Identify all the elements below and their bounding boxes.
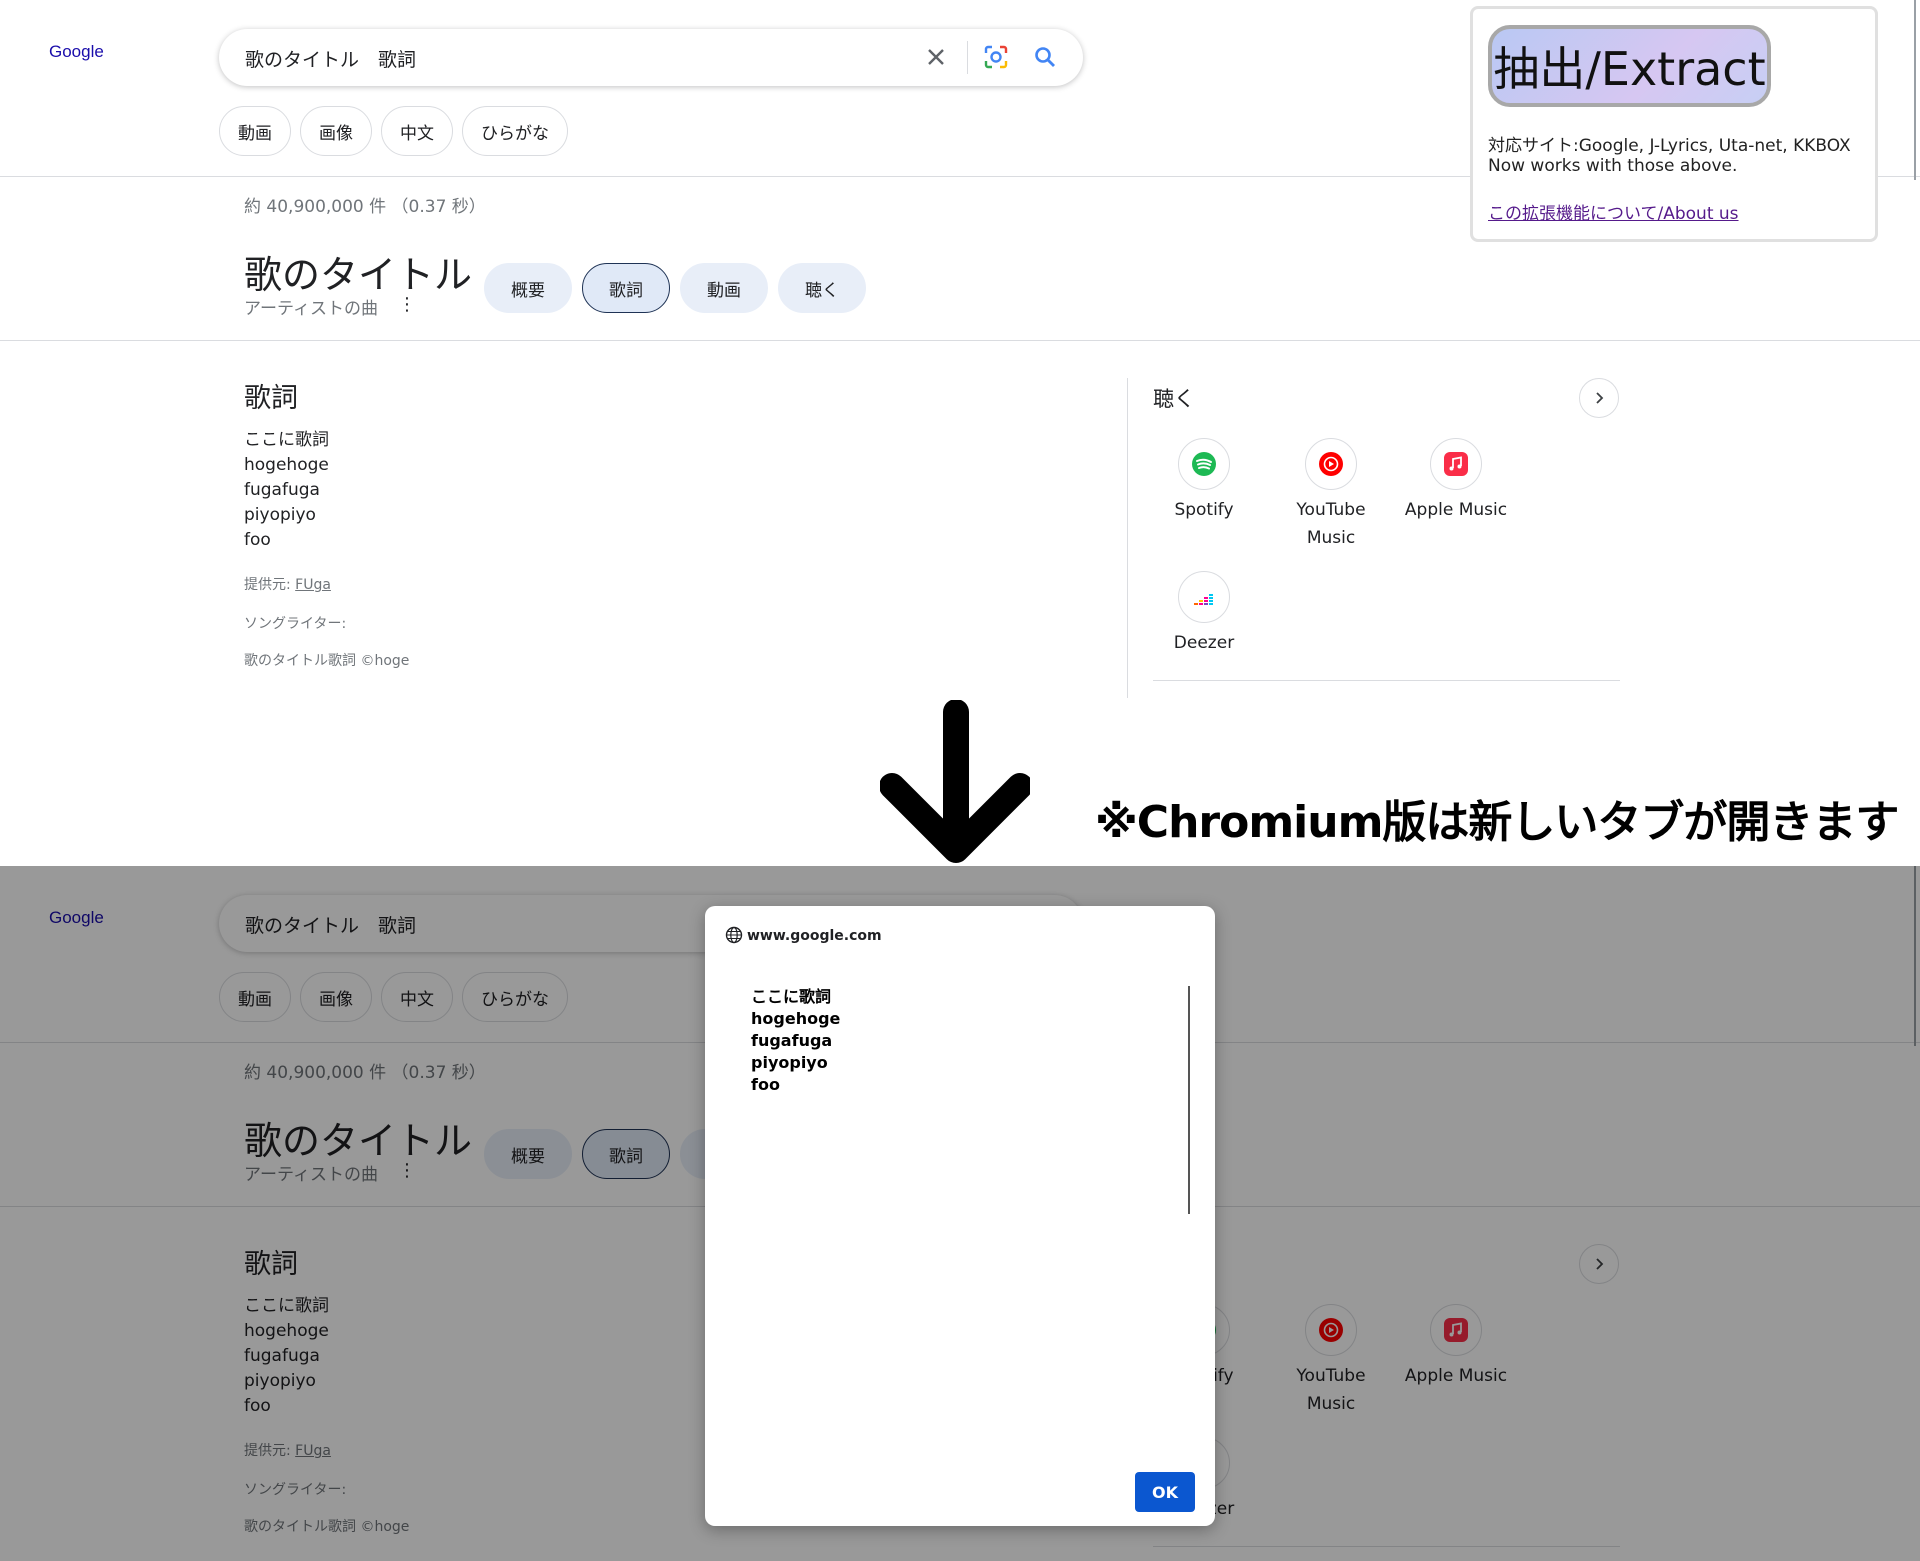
dialog-origin: www.google.com — [747, 928, 882, 944]
lyrics-body: ここに歌詞 hogehoge fugafuga piyopiyo foo — [244, 428, 329, 553]
song-tabs: 概要 歌詞 動画 聴く — [484, 263, 866, 313]
tab-overview[interactable]: 概要 — [484, 263, 572, 313]
service-deezer[interactable]: Deezer — [1149, 571, 1259, 657]
lyrics-line: foo — [244, 530, 271, 550]
service-spotify[interactable]: Spotify — [1149, 438, 1259, 524]
globe-icon — [725, 926, 743, 944]
song-title: 歌のタイトル — [244, 253, 473, 297]
apple-music-icon — [1430, 438, 1482, 490]
lyrics-line: piyopiyo — [244, 505, 316, 525]
service-label: Apple Music — [1404, 500, 1508, 520]
service-apple-music[interactable]: Apple Music — [1401, 438, 1511, 524]
ok-button[interactable]: OK — [1135, 1472, 1195, 1512]
search-box[interactable]: 歌のタイトル 歌詞 — [219, 29, 1083, 86]
lyrics-line: ここに歌詞 — [244, 430, 329, 450]
lyrics-copyright: 歌のタイトル歌詞 ©hoge — [244, 653, 410, 669]
clear-icon[interactable] — [921, 42, 951, 72]
google-results-before: Google 歌のタイトル 歌詞 動画 画像 中文 ひらがな 約 40,900,… — [0, 0, 1920, 866]
chip-hiragana[interactable]: ひらがな — [462, 106, 568, 156]
tab-listen[interactable]: 聴く — [778, 263, 866, 313]
listen-heading: 聴く — [1153, 387, 1195, 411]
source-label: 提供元: — [244, 577, 291, 593]
deezer-icon — [1178, 571, 1230, 623]
service-label: Spotify — [1174, 500, 1234, 520]
service-label: Deezer — [1173, 633, 1235, 653]
chevron-right-icon[interactable] — [1579, 378, 1619, 418]
lyrics-line: fugafuga — [244, 480, 320, 500]
chip-video[interactable]: 動画 — [219, 106, 291, 156]
search-input[interactable]: 歌のタイトル 歌詞 — [245, 45, 416, 72]
chip-images[interactable]: 画像 — [300, 106, 372, 156]
search-chips: 動画 画像 中文 ひらがな — [219, 106, 568, 156]
lens-icon[interactable] — [981, 42, 1011, 72]
google-results-after: Google 歌のタイトル 歌詞 動画 画像 中文 ひらがな 約 40,900,… — [0, 866, 1920, 1561]
about-link[interactable]: この拡張機能について/About us — [1488, 199, 1739, 224]
dialog-message: ここに歌詞 hogehoge fugafuga piyopiyo foo — [751, 986, 840, 1096]
tab-lyrics[interactable]: 歌詞 — [582, 263, 670, 313]
songwriter-label: ソングライター: — [244, 616, 347, 632]
service-label: YouTube — [1296, 500, 1366, 520]
chip-chinese[interactable]: 中文 — [381, 106, 453, 156]
annotation-note: ※Chromium版は新しいタブが開きます — [1095, 797, 1899, 848]
search-icon[interactable] — [1030, 42, 1060, 72]
scrollbar[interactable] — [1914, 0, 1916, 180]
dialog-line: piyopiyo — [751, 1053, 828, 1072]
lyrics-heading: 歌詞 — [244, 383, 298, 414]
dialog-line: foo — [751, 1075, 780, 1094]
song-subtitle: アーティストの曲 — [244, 299, 378, 319]
extract-button[interactable]: 抽出/Extract — [1488, 25, 1771, 107]
alert-dialog: www.google.com ここに歌詞 hogehoge fugafuga p… — [705, 906, 1215, 1526]
column-divider — [1127, 378, 1128, 698]
dialog-line: hogehoge — [751, 1009, 841, 1028]
google-logo[interactable]: Google — [49, 42, 104, 62]
lyrics-line: hogehoge — [244, 455, 329, 475]
down-arrow-icon — [880, 700, 1030, 863]
dialog-scrollbar[interactable] — [1188, 986, 1190, 1214]
spotify-icon — [1178, 438, 1230, 490]
listen-divider — [1153, 680, 1620, 681]
dialog-line: ここに歌詞 — [751, 987, 832, 1006]
lyrics-source: 提供元: FUga — [244, 574, 331, 594]
search-separator — [967, 41, 968, 74]
service-youtube-music[interactable]: YouTube Music — [1276, 438, 1386, 552]
tab-videos[interactable]: 動画 — [680, 263, 768, 313]
service-label-2: Music — [1306, 528, 1356, 548]
extension-popup: 抽出/Extract 対応サイト:Google, J-Lyrics, Uta-n… — [1470, 6, 1878, 242]
youtube-music-icon — [1305, 438, 1357, 490]
result-stats: 約 40,900,000 件 （0.37 秒） — [244, 197, 486, 217]
dialog-line: fugafuga — [751, 1031, 833, 1050]
supported-note: Now works with those above. — [1488, 156, 1738, 176]
kp-divider — [0, 340, 1920, 341]
more-vert-icon[interactable]: ⋮ — [398, 294, 416, 315]
source-link[interactable]: FUga — [295, 577, 331, 593]
supported-sites: 対応サイト:Google, J-Lyrics, Uta-net, KKBOX — [1488, 136, 1851, 156]
